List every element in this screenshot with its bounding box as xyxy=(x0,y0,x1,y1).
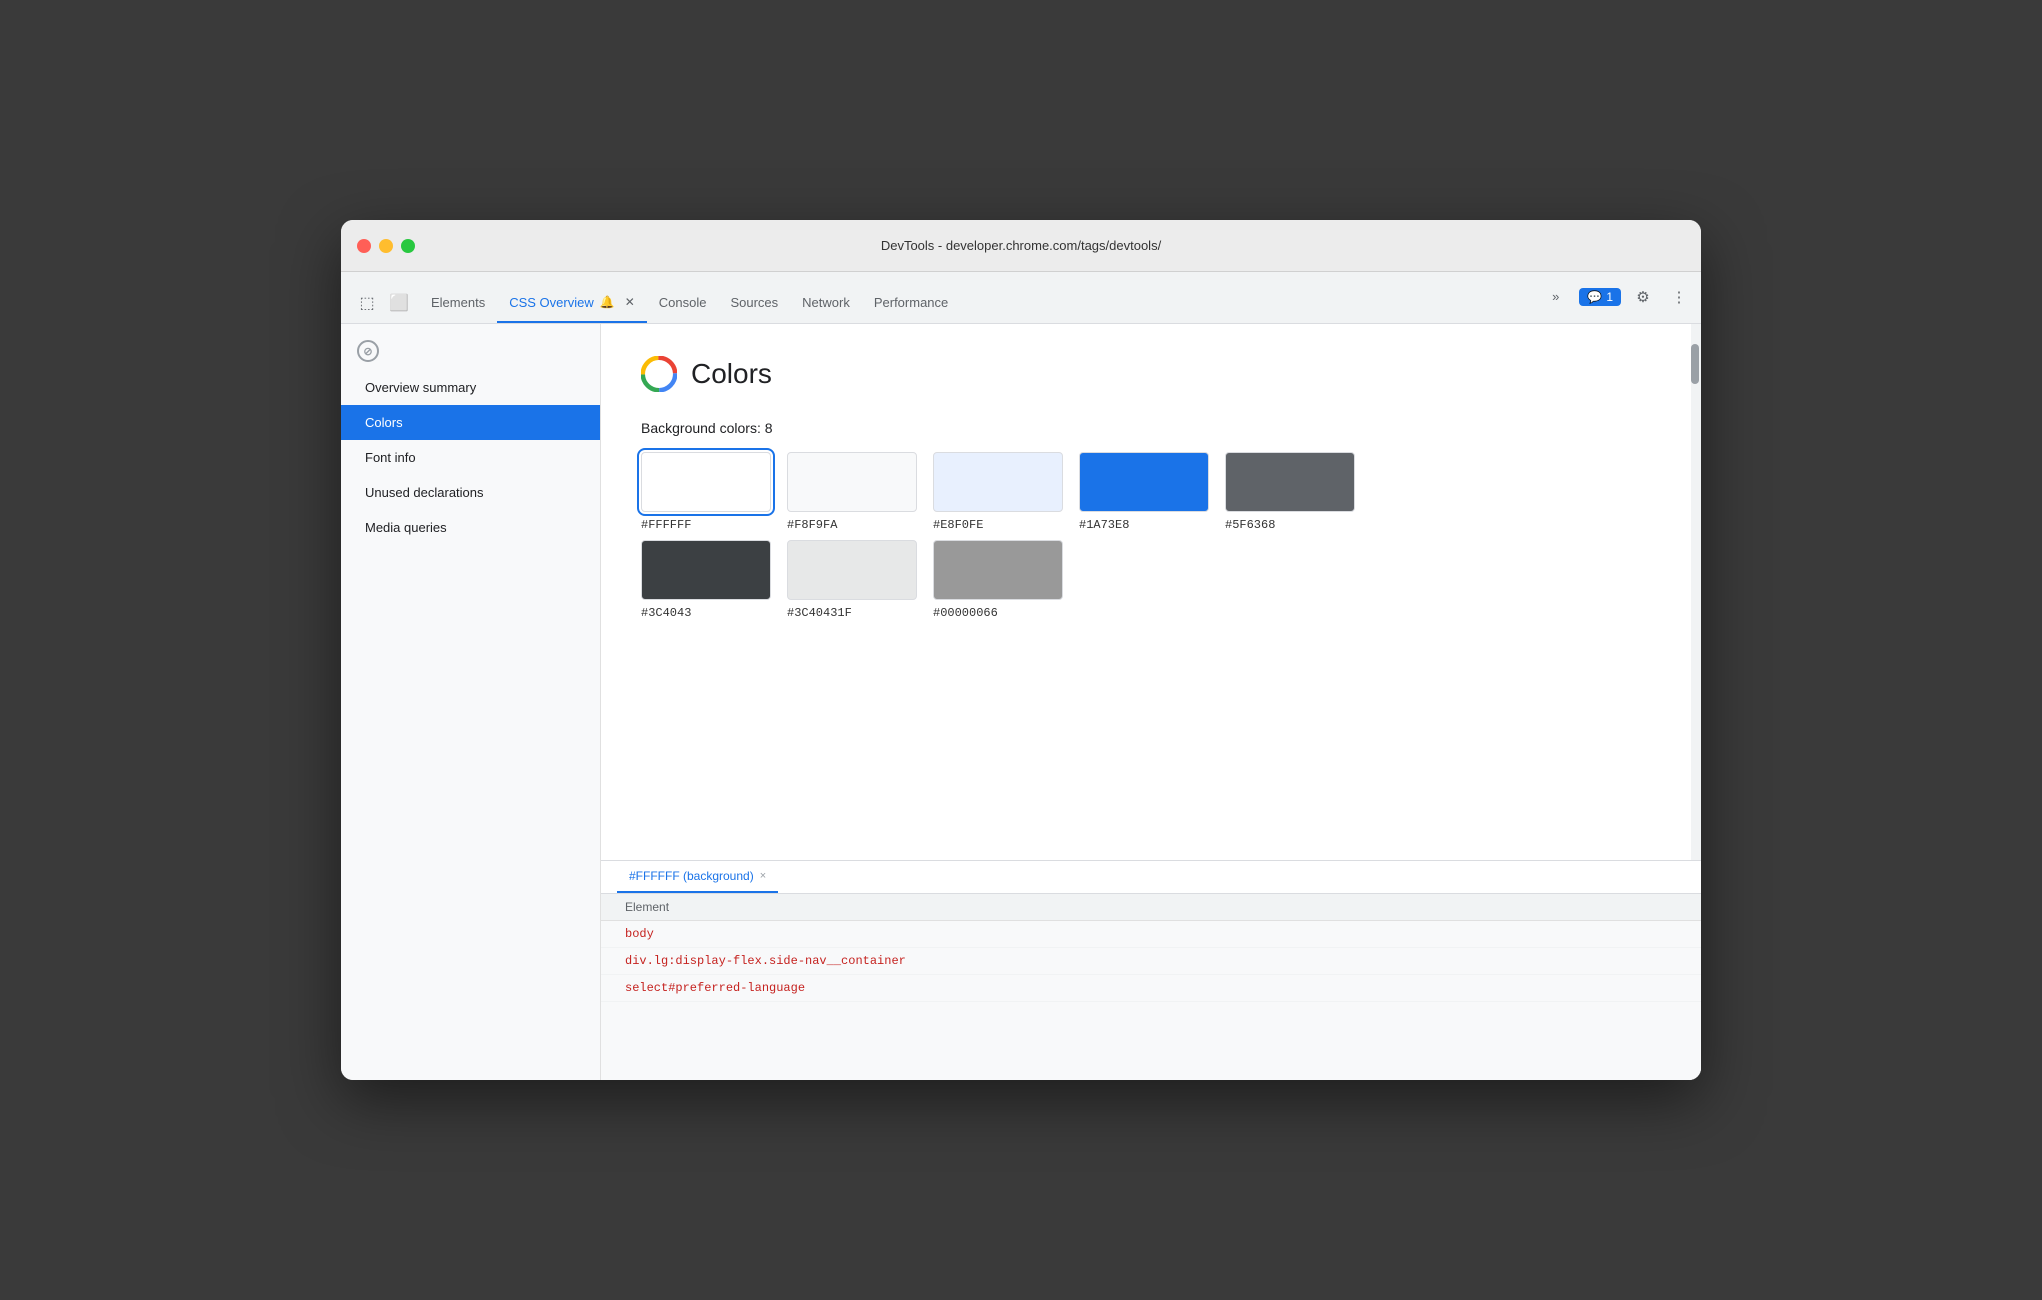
color-label-ffffff: #FFFFFF xyxy=(641,518,691,532)
bottom-tab-close-icon[interactable]: × xyxy=(760,870,766,882)
color-swatch-5f6368[interactable] xyxy=(1225,452,1355,512)
color-swatch-00000066[interactable] xyxy=(933,540,1063,600)
colors-header: Colors xyxy=(641,356,1661,392)
scrollbar-thumb[interactable] xyxy=(1691,344,1699,384)
devtools-body: ⊘ Overview summary Colors Font info Unus… xyxy=(341,324,1701,1080)
main-content: Colors Background colors: 8 #FFFFFF xyxy=(601,324,1701,1080)
color-swatch-ffffff[interactable] xyxy=(641,452,771,512)
tab-close-icon[interactable]: ✕ xyxy=(625,295,635,309)
color-label-e8f0fe: #E8F0FE xyxy=(933,518,983,532)
bottom-panel: #FFFFFF (background) × Element body div.… xyxy=(601,860,1701,1080)
main-panel: Colors Background colors: 8 #FFFFFF xyxy=(601,324,1701,660)
color-swatch-f8f9fa[interactable] xyxy=(787,452,917,512)
scrollbar[interactable] xyxy=(1691,324,1701,860)
color-label-f8f9fa: #F8F9FA xyxy=(787,518,837,532)
color-label-3c4043: #3C4043 xyxy=(641,606,691,620)
sidebar-item-colors[interactable]: Colors xyxy=(341,405,600,440)
more-options-button[interactable]: ⋮ xyxy=(1665,283,1693,311)
color-swatch-group-1a73e8: #1A73E8 xyxy=(1079,452,1209,532)
bell-icon: 🔔 xyxy=(600,295,615,309)
google-logo-icon xyxy=(641,356,677,392)
element-table-header: Element xyxy=(601,894,1701,921)
element-row-div[interactable]: div.lg:display-flex.side-nav__container xyxy=(601,948,1701,975)
no-entry-icon: ⊘ xyxy=(357,340,379,362)
color-swatch-3c40431f[interactable] xyxy=(787,540,917,600)
color-swatch-3c4043[interactable] xyxy=(641,540,771,600)
traffic-lights xyxy=(357,239,415,253)
devtools-window: DevTools - developer.chrome.com/tags/dev… xyxy=(341,220,1701,1080)
more-tabs-button[interactable]: » xyxy=(1540,277,1571,317)
color-swatch-1a73e8[interactable] xyxy=(1079,452,1209,512)
color-swatch-group-3c4043: #3C4043 xyxy=(641,540,771,620)
background-colors-label: Background colors: 8 xyxy=(641,420,1661,436)
main-panel-wrapper: Colors Background colors: 8 #FFFFFF xyxy=(601,324,1701,860)
inspect-icon[interactable]: ⬚ xyxy=(353,289,381,317)
color-label-3c40431f: #3C40431F xyxy=(787,606,852,620)
page-title: Colors xyxy=(691,358,772,390)
color-swatch-group-5f6368: #5F6368 xyxy=(1225,452,1355,532)
window-title: DevTools - developer.chrome.com/tags/dev… xyxy=(881,238,1161,253)
tab-sources[interactable]: Sources xyxy=(718,283,790,323)
color-swatches: #FFFFFF #F8F9FA #E8F0FE xyxy=(641,452,1661,532)
bottom-panel-tabs: #FFFFFF (background) × xyxy=(601,861,1701,894)
color-swatch-group-e8f0fe: #E8F0FE xyxy=(933,452,1063,532)
tab-performance[interactable]: Performance xyxy=(862,283,960,323)
sidebar: ⊘ Overview summary Colors Font info Unus… xyxy=(341,324,601,1080)
maximize-button[interactable] xyxy=(401,239,415,253)
color-swatch-group-3c40431f: #3C40431F xyxy=(787,540,917,620)
tab-network[interactable]: Network xyxy=(790,283,862,323)
color-label-1a73e8: #1A73E8 xyxy=(1079,518,1129,532)
color-label-00000066: #00000066 xyxy=(933,606,998,620)
minimize-button[interactable] xyxy=(379,239,393,253)
tab-console[interactable]: Console xyxy=(647,283,719,323)
titlebar: DevTools - developer.chrome.com/tags/dev… xyxy=(341,220,1701,272)
chat-badge[interactable]: 💬 1 xyxy=(1579,288,1621,306)
device-icon[interactable]: ⬜ xyxy=(385,289,413,317)
color-label-5f6368: #5F6368 xyxy=(1225,518,1275,532)
sidebar-item-font-info[interactable]: Font info xyxy=(341,440,600,475)
tab-elements[interactable]: Elements xyxy=(419,283,497,323)
color-swatch-group-f8f9fa: #F8F9FA xyxy=(787,452,917,532)
sidebar-item-unused-declarations[interactable]: Unused declarations xyxy=(341,475,600,510)
chat-icon: 💬 xyxy=(1587,290,1602,304)
bottom-tab-ffffff[interactable]: #FFFFFF (background) × xyxy=(617,861,778,893)
toolbar-icons: » 💬 1 ⚙ ⋮ xyxy=(1540,277,1693,323)
sidebar-item-media-queries[interactable]: Media queries xyxy=(341,510,600,545)
devtools-tabs: ⬚ ⬜ Elements CSS Overview 🔔 ✕ Console So… xyxy=(341,272,1701,324)
color-swatch-group-00000066: #00000066 xyxy=(933,540,1063,620)
close-button[interactable] xyxy=(357,239,371,253)
sidebar-item-overview-summary[interactable]: Overview summary xyxy=(341,370,600,405)
color-swatches-row2: #3C4043 #3C40431F #00000066 xyxy=(641,540,1661,620)
color-swatch-e8f0fe[interactable] xyxy=(933,452,1063,512)
element-row-select[interactable]: select#preferred-language xyxy=(601,975,1701,1002)
color-swatch-group-ffffff: #FFFFFF xyxy=(641,452,771,532)
tab-css-overview[interactable]: CSS Overview 🔔 ✕ xyxy=(497,283,647,323)
element-row-body[interactable]: body xyxy=(601,921,1701,948)
sidebar-header: ⊘ xyxy=(341,332,600,370)
settings-button[interactable]: ⚙ xyxy=(1629,283,1657,311)
